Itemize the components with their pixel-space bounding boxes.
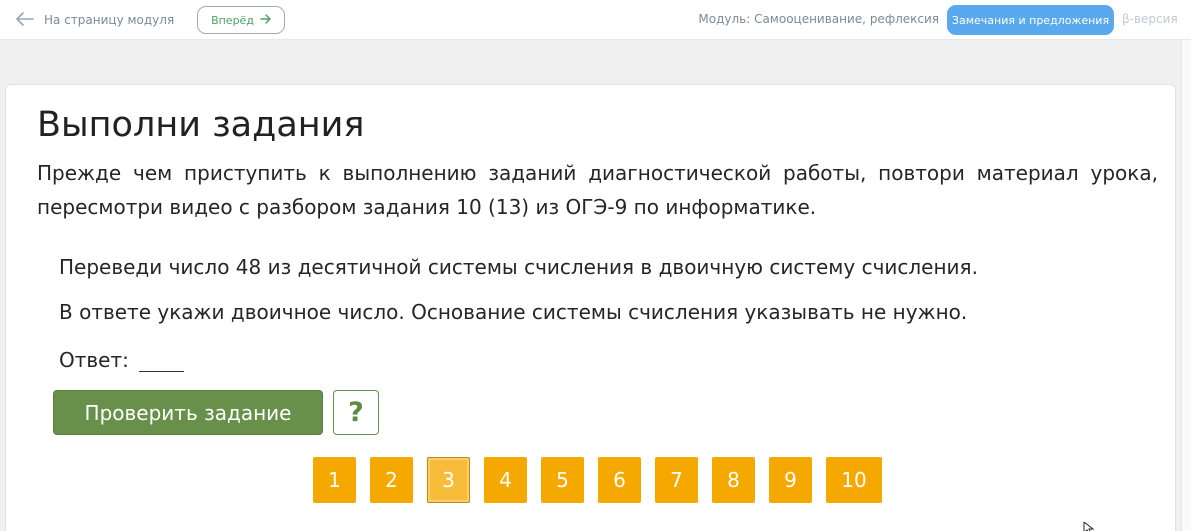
page-button-7[interactable]: 7	[655, 457, 698, 503]
page-button-1[interactable]: 1	[313, 457, 356, 503]
forward-label: Вперёд	[211, 13, 254, 27]
task-instruction: В ответе укажи двоичное число. Основание…	[59, 300, 968, 324]
answer-label: Ответ:	[59, 348, 129, 372]
top-bar: На страницу модуля Вперёд Модуль: Самооц…	[0, 0, 1191, 40]
back-link-label: На страницу модуля	[44, 13, 175, 27]
module-name: Модуль: Самооценивание, рефлексия	[698, 12, 939, 26]
arrow-left-icon	[16, 11, 34, 29]
page-button-5[interactable]: 5	[541, 457, 584, 503]
page-button-9[interactable]: 9	[769, 457, 812, 503]
help-button[interactable]: ?	[333, 390, 379, 435]
page-button-8[interactable]: 8	[712, 457, 755, 503]
mouse-cursor-icon	[1083, 519, 1095, 531]
answer-input[interactable]	[138, 346, 184, 372]
forward-button[interactable]: Вперёд	[197, 6, 285, 34]
arrow-right-icon	[260, 13, 271, 27]
back-to-module-link[interactable]: На страницу модуля	[16, 9, 174, 31]
beta-badge: β-версия	[1122, 12, 1178, 26]
page-button-10[interactable]: 10	[826, 457, 882, 503]
page-button-6[interactable]: 6	[598, 457, 641, 503]
page-button-4[interactable]: 4	[484, 457, 527, 503]
page-button-3[interactable]: 3	[427, 457, 470, 503]
answer-row: Ответ:	[59, 346, 184, 372]
check-task-button[interactable]: Проверить задание	[53, 390, 323, 435]
page-button-2[interactable]: 2	[370, 457, 413, 503]
feedback-button[interactable]: Замечания и предложения	[947, 5, 1114, 35]
scrollbar[interactable]	[1181, 40, 1191, 531]
intro-text: Прежде чем приступить к выполнению задан…	[37, 161, 1158, 219]
task-question: Переведи число 48 из десятичной системы …	[59, 255, 978, 279]
page-title: Выполни задания	[37, 105, 365, 145]
